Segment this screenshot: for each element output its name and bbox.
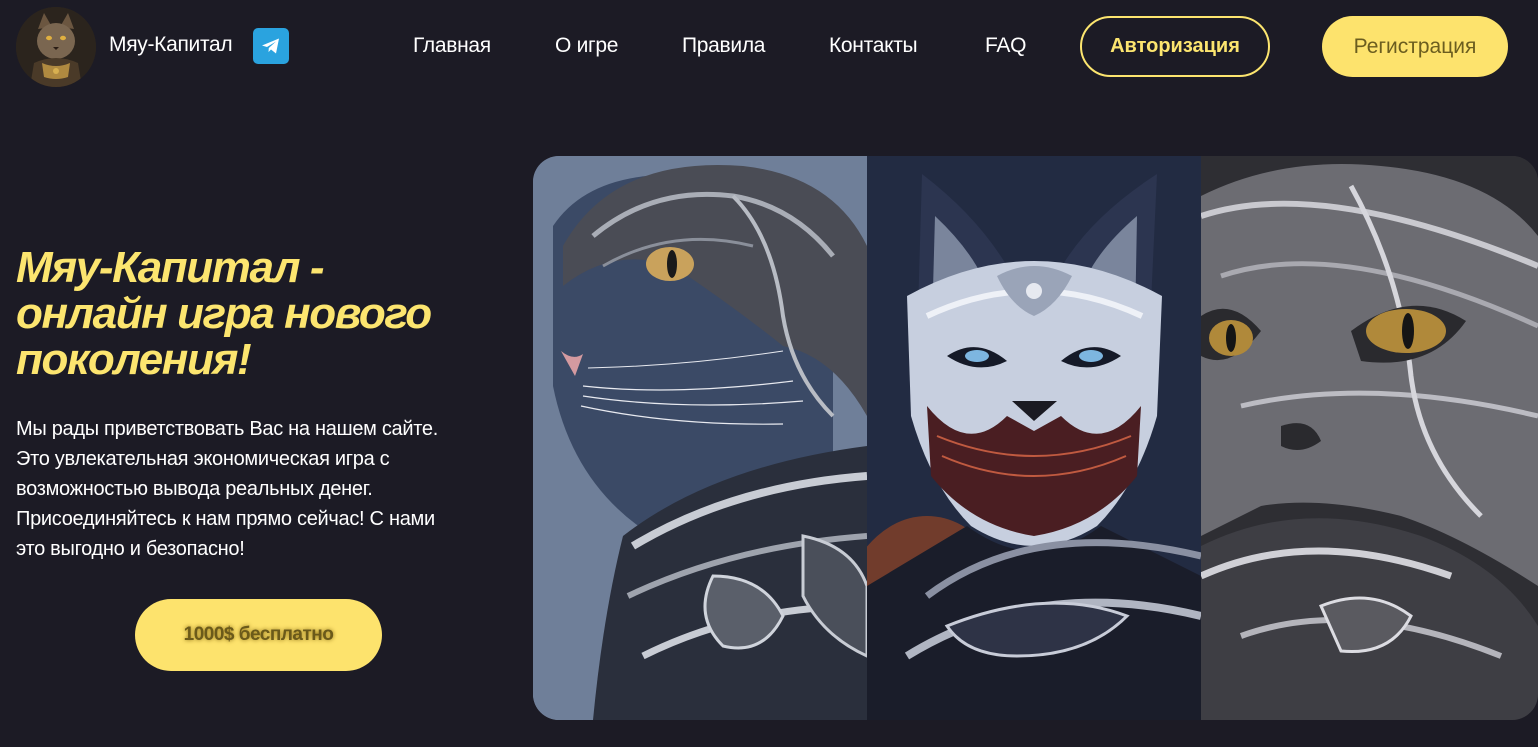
- brand-name[interactable]: Мяу-Капитал: [109, 33, 233, 57]
- gallery-image-silver-armored-cat: [1201, 156, 1538, 720]
- telegram-icon[interactable]: [253, 28, 289, 64]
- hero-title: Мяу-Капитал - онлайн игра нового поколен…: [16, 245, 516, 383]
- hero-text-line: это выгодно и безопасно!: [16, 538, 245, 560]
- hero-text-line: Мы рады приветствовать Вас на нашем сайт…: [16, 418, 438, 440]
- hero-title-line: онлайн игра нового: [16, 289, 432, 338]
- nav-link-faq[interactable]: FAQ: [985, 34, 1026, 58]
- nav-link-about[interactable]: О игре: [555, 34, 618, 58]
- hero-description: Мы рады приветствовать Вас на нашем сайт…: [16, 414, 516, 564]
- hero-gallery: [533, 156, 1538, 720]
- free-bonus-button[interactable]: 1000$ бесплатно: [135, 599, 382, 671]
- gallery-image-masked-cat-dark: [867, 156, 1201, 720]
- site-header: Мяу-Капитал Главная О игре Правила Конта…: [0, 0, 1538, 94]
- nav-link-contacts[interactable]: Контакты: [829, 34, 918, 58]
- hero-title-line: поколения!: [16, 335, 252, 384]
- hero-text-line: Это увлекательная экономическая игра с: [16, 448, 390, 470]
- register-button[interactable]: Регистрация: [1322, 16, 1508, 77]
- nav-link-home[interactable]: Главная: [413, 34, 491, 58]
- login-button[interactable]: Авторизация: [1080, 16, 1270, 77]
- hero-text-line: возможностью вывода реальных денег.: [16, 478, 373, 500]
- cat-knight-avatar-icon: [16, 7, 96, 87]
- nav-link-rules[interactable]: Правила: [682, 34, 765, 58]
- hero-title-line: Мяу-Капитал -: [16, 243, 325, 292]
- gallery-image-armored-cat-blue: [533, 156, 867, 720]
- logo-avatar[interactable]: [16, 7, 96, 87]
- hero-text-line: Присоединяйтесь к нам прямо сейчас! С на…: [16, 508, 435, 530]
